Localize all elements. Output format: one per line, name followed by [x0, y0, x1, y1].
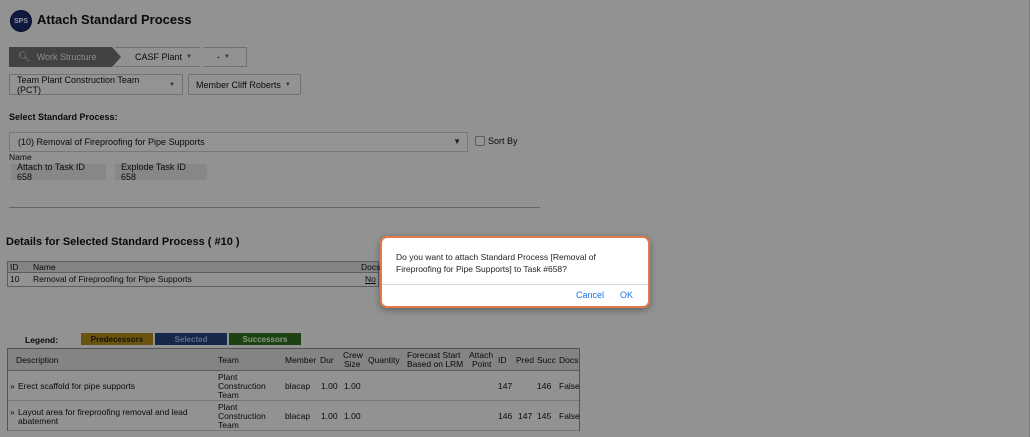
confirm-dialog: Do you want to attach Standard Process […: [380, 236, 650, 308]
dialog-divider: [382, 284, 648, 285]
ok-button[interactable]: OK: [620, 290, 633, 300]
modal-overlay[interactable]: [0, 0, 1030, 437]
cancel-button[interactable]: Cancel: [576, 290, 604, 300]
dialog-message: Do you want to attach Standard Process […: [396, 252, 596, 274]
